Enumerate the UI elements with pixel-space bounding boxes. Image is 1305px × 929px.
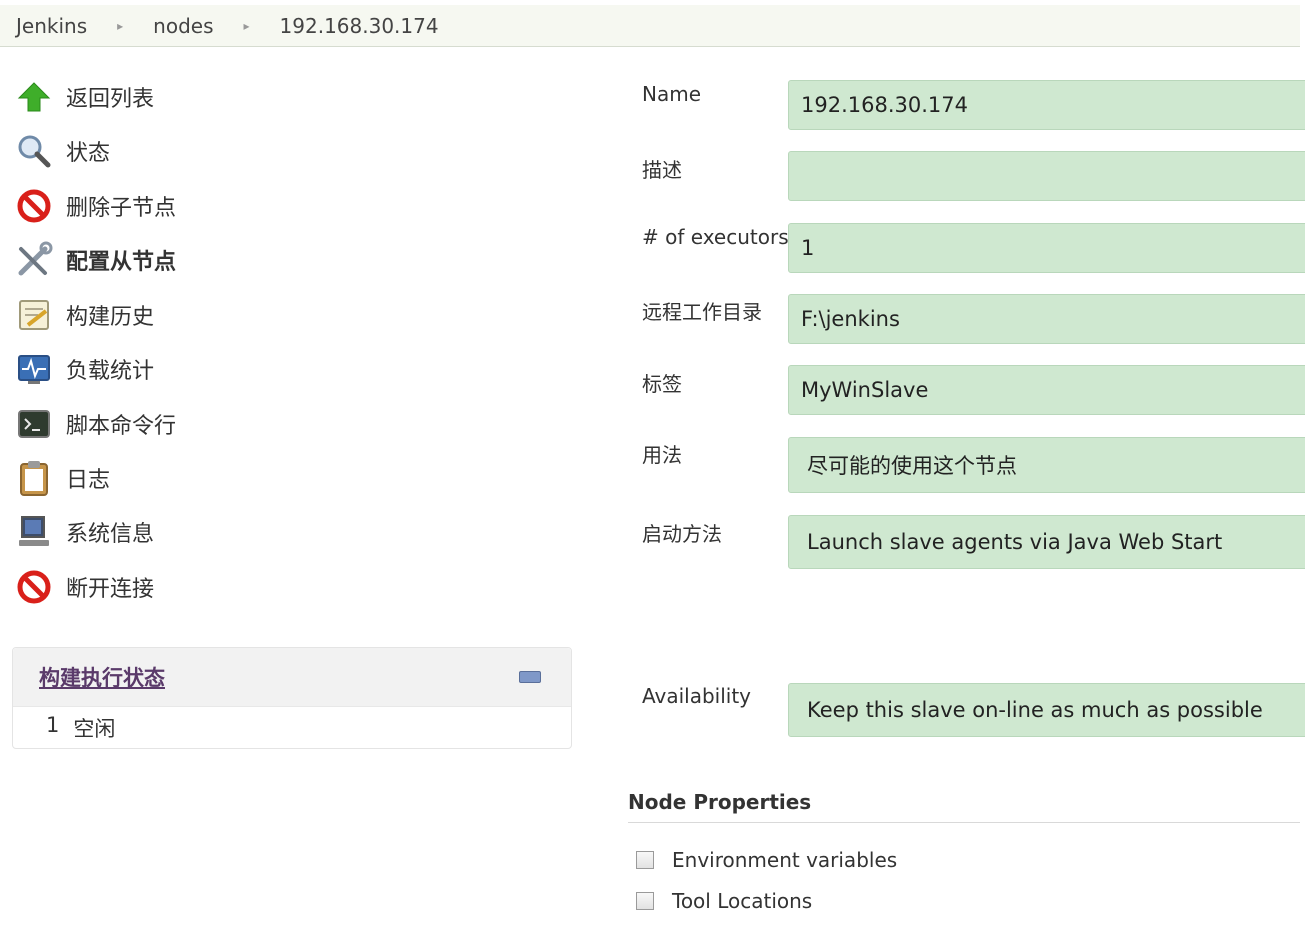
breadcrumb: Jenkins ▸ nodes ▸ 192.168.30.174 — [0, 5, 1300, 47]
sidebar-item-label: 返回列表 — [66, 87, 155, 112]
breadcrumb-jenkins[interactable]: Jenkins — [16, 14, 87, 38]
monitor-graph-icon — [14, 349, 54, 389]
executor-state: 空闲 — [73, 717, 116, 741]
executor-row: 1 空闲 — [13, 707, 571, 743]
name-label: Name — [642, 82, 702, 106]
sidebar-item-load-statistics[interactable]: 负载统计 — [14, 349, 154, 389]
breadcrumb-nodes[interactable]: nodes — [153, 14, 213, 38]
description-label: 描述 — [642, 158, 682, 182]
remote-dir-field[interactable]: F:\jenkins — [788, 294, 1305, 344]
remote-dir-label: 远程工作目录 — [642, 300, 762, 324]
clipboard-icon — [14, 458, 54, 498]
magnifier-icon — [14, 131, 54, 171]
up-arrow-icon — [14, 77, 54, 117]
sidebar-item-label: 日志 — [66, 468, 111, 493]
tool-locations-label: Tool Locations — [672, 889, 813, 913]
notepad-icon — [14, 295, 54, 335]
sidebar-item-script-console[interactable]: 脚本命令行 — [14, 404, 176, 444]
sidebar-item-log[interactable]: 日志 — [14, 458, 110, 498]
sidebar-item-label: 删除子节点 — [66, 196, 177, 221]
description-field[interactable] — [788, 151, 1305, 201]
launch-method-label: 启动方法 — [642, 522, 722, 546]
launch-method-select[interactable]: Launch slave agents via Java Web Start — [788, 515, 1305, 569]
no-entry-icon — [14, 567, 54, 607]
sidebar-item-label: 断开连接 — [66, 577, 155, 602]
executor-status-header: 构建执行状态 — [13, 648, 571, 707]
sidebar-item-disconnect[interactable]: 断开连接 — [14, 567, 154, 607]
env-variables-option[interactable]: Environment variables — [636, 848, 897, 872]
availability-label: Availability — [642, 684, 752, 708]
availability-select[interactable]: Keep this slave on-line as much as possi… — [788, 683, 1305, 737]
sidebar-item-system-info[interactable]: 系统信息 — [14, 512, 154, 552]
executor-status-title[interactable]: 构建执行状态 — [39, 662, 165, 692]
env-variables-checkbox[interactable] — [636, 851, 654, 869]
executors-label: # of executors — [642, 225, 789, 249]
breadcrumb-separator-icon[interactable]: ▸ — [117, 19, 123, 33]
no-entry-icon — [14, 186, 54, 226]
labels-label: 标签 — [642, 372, 682, 396]
executor-number: 1 — [46, 713, 60, 737]
tools-icon — [14, 240, 54, 280]
labels-field[interactable]: MyWinSlave — [788, 365, 1305, 415]
sidebar-item-delete-node[interactable]: 删除子节点 — [14, 186, 176, 226]
computer-icon — [14, 512, 54, 552]
sidebar-item-label: 构建历史 — [66, 305, 155, 330]
usage-select[interactable]: 尽可能的使用这个节点 — [788, 437, 1305, 493]
sidebar-item-label: 配置从节点 — [66, 250, 177, 275]
sidebar-item-configure[interactable]: 配置从节点 — [14, 240, 176, 280]
sidebar-item-build-history[interactable]: 构建历史 — [14, 295, 154, 335]
sidebar-item-label: 负载统计 — [66, 359, 155, 384]
breadcrumb-separator-icon[interactable]: ▸ — [244, 19, 250, 33]
name-field[interactable]: 192.168.30.174 — [788, 80, 1305, 130]
sidebar-item-label: 脚本命令行 — [66, 414, 177, 439]
executors-field[interactable]: 1 — [788, 223, 1305, 273]
sidebar-item-label: 系统信息 — [66, 522, 155, 547]
env-variables-label: Environment variables — [672, 848, 898, 872]
terminal-icon — [14, 404, 54, 444]
sidebar-item-status[interactable]: 状态 — [14, 131, 110, 171]
executor-status-panel: 构建执行状态 1 空闲 — [12, 647, 572, 749]
collapse-icon[interactable] — [519, 671, 541, 683]
tool-locations-option[interactable]: Tool Locations — [636, 889, 812, 913]
sidebar-item-label: 状态 — [66, 141, 111, 166]
tool-locations-checkbox[interactable] — [636, 892, 654, 910]
usage-label: 用法 — [642, 443, 682, 467]
breadcrumb-node[interactable]: 192.168.30.174 — [280, 14, 439, 38]
sidebar-item-back-to-list[interactable]: 返回列表 — [14, 77, 154, 117]
node-properties-heading: Node Properties — [628, 790, 1300, 823]
